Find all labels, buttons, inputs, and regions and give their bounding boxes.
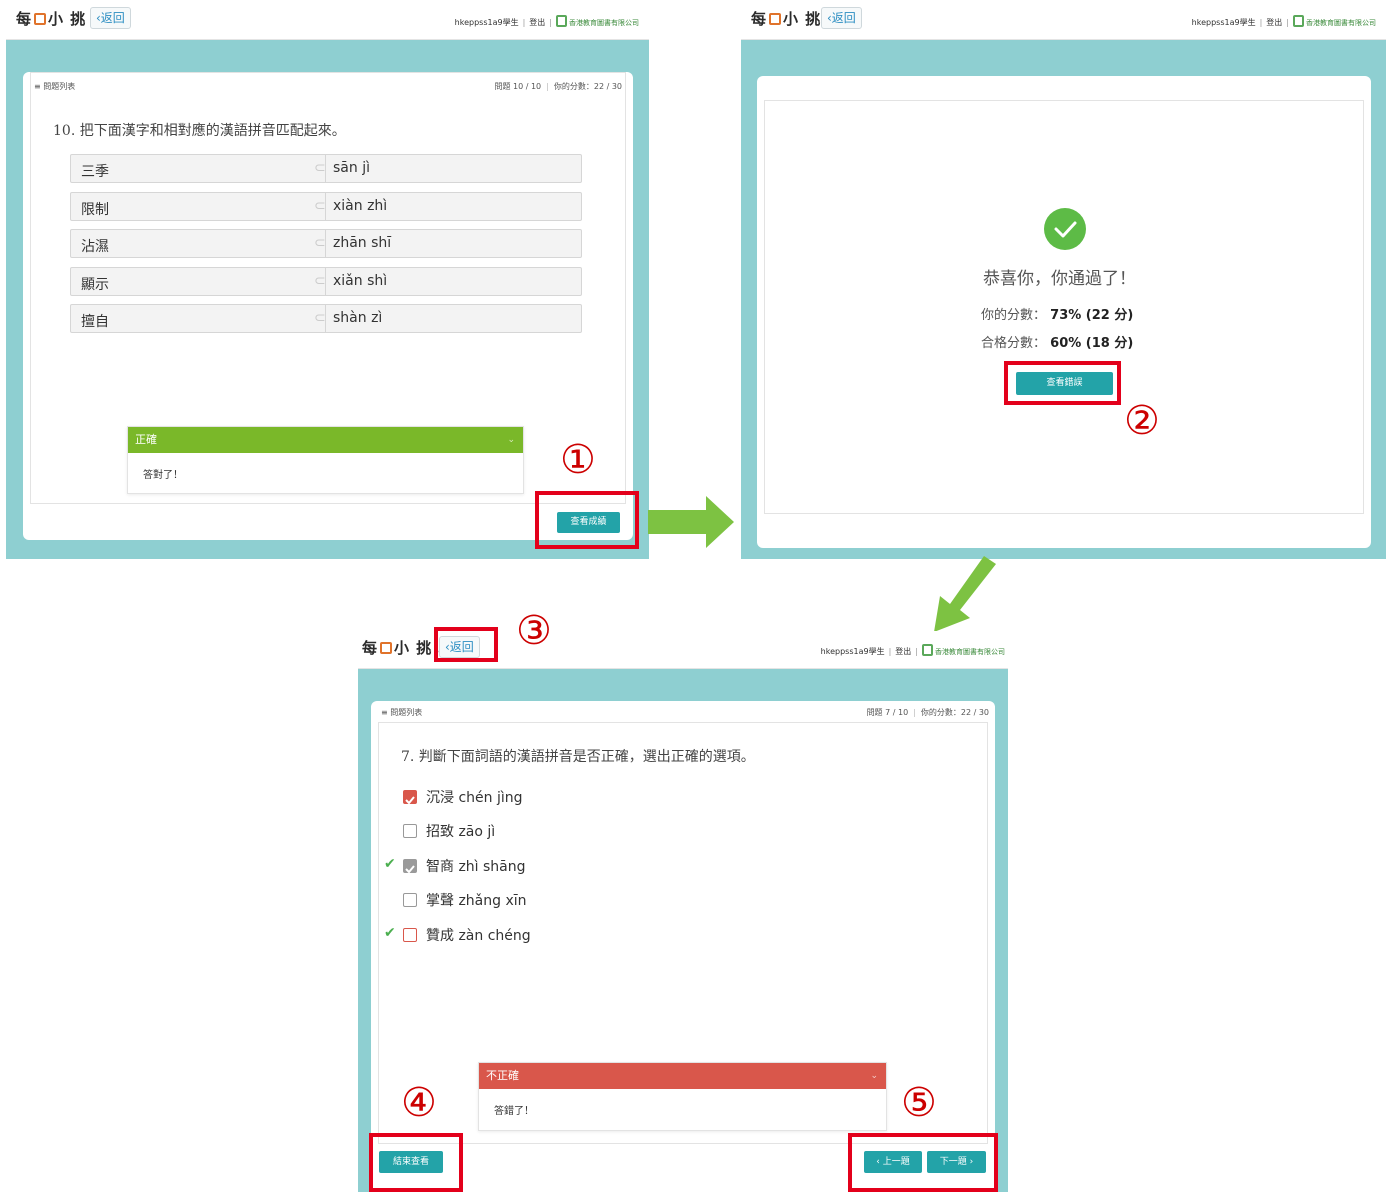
question-list-link[interactable]: ≡ 問題列表 bbox=[381, 707, 422, 718]
drag-handle-icon[interactable]: ⊂ bbox=[314, 193, 326, 220]
feedback-incorrect: 不正確 ⌄ 答錯了！ bbox=[478, 1062, 887, 1131]
match-row[interactable]: 沾濕 ⊂ zhān shī bbox=[70, 229, 582, 258]
correct-tick-icon: ✔ bbox=[384, 856, 396, 872]
panel-result: 每小 挑 戰 ‹返回 hkeppss1a9學生 | 登出 | 香港教育圖書有限公司 恭喜… bbox=[741, 2, 1386, 559]
chevron-down-icon: ⌄ bbox=[870, 1071, 878, 1081]
username: hkeppss1a9學生 bbox=[454, 18, 519, 27]
back-button[interactable]: ‹返回 bbox=[821, 7, 862, 29]
option-label: 招致 zāo jì bbox=[426, 824, 496, 840]
feedback-header[interactable]: 不正確 ⌄ bbox=[479, 1063, 886, 1089]
highlight-box-2 bbox=[1004, 361, 1121, 405]
top-bar: 每小 挑 戰 ‹返回 hkeppss1a9學生 | 登出 | 香港教育圖書有限公司 bbox=[741, 2, 1386, 40]
drag-handle-icon[interactable]: ⊂ bbox=[314, 268, 326, 295]
bag-icon bbox=[34, 13, 47, 25]
congrats-message: 恭喜你，你通過了！ bbox=[983, 269, 1136, 289]
option-label: 沉浸 chén jìng bbox=[426, 790, 523, 806]
match-row[interactable]: 三季 ⊂ sān jì bbox=[70, 154, 582, 183]
drag-handle-icon[interactable]: ⊂ bbox=[314, 230, 326, 257]
option-label: 掌聲 zhǎng xīn bbox=[426, 893, 527, 909]
question-text: 10. 把下面漢字和相對應的漢語拼音匹配起來。 bbox=[53, 123, 346, 139]
quiz-card: ≡ 問題列表 問題 10 / 10 | 你的分數：22 / 30 10. 把下面漢字… bbox=[23, 72, 633, 540]
callout-number-4: ④ bbox=[401, 1080, 437, 1126]
check-circle-icon bbox=[1044, 208, 1086, 250]
top-bar: 每小 挑 戰 ‹返回 hkeppss1a9學生 | 登出 | 香港教育圖書有限公司 bbox=[6, 2, 649, 40]
callout-number-2: ② bbox=[1124, 398, 1160, 444]
match-pinyin[interactable]: xiàn zhì bbox=[333, 198, 387, 214]
feedback-text: 答對了！ bbox=[143, 470, 183, 481]
match-row[interactable]: 顯示 ⊂ xiǎn shì bbox=[70, 267, 582, 296]
bag-icon bbox=[769, 13, 782, 25]
match-hanzi: 擅自 bbox=[81, 314, 109, 330]
user-bar: hkeppss1a9學生 | 登出 | 香港教育圖書有限公司 bbox=[821, 644, 1005, 657]
feedback-title: 不正確 bbox=[486, 1069, 519, 1082]
publisher-icon bbox=[1293, 15, 1304, 27]
arrow-right-icon bbox=[648, 496, 736, 548]
username: hkeppss1a9學生 bbox=[820, 647, 885, 656]
drag-handle-icon[interactable]: ⊂ bbox=[314, 305, 326, 332]
highlight-box-4 bbox=[369, 1133, 463, 1192]
match-hanzi: 三季 bbox=[81, 164, 109, 180]
checkbox-checked-icon[interactable] bbox=[403, 859, 417, 874]
feedback-correct: 正確 ⌄ 答對了！ bbox=[127, 426, 524, 494]
match-pinyin[interactable]: zhān shī bbox=[333, 235, 391, 251]
drag-handle-icon[interactable]: ⊂ bbox=[314, 155, 326, 182]
back-button[interactable]: ‹返回 bbox=[90, 7, 131, 29]
bag-icon bbox=[380, 642, 393, 654]
feedback-title: 正確 bbox=[135, 433, 157, 446]
panel-question-10: 每小 挑 戰 ‹返回 hkeppss1a9學生 | 登出 | 香港教育圖書有限公司 ≡ … bbox=[6, 2, 649, 559]
callout-number-1: ① bbox=[560, 437, 596, 483]
feedback-header[interactable]: 正確 ⌄ bbox=[128, 427, 523, 453]
match-pinyin[interactable]: shàn zì bbox=[333, 310, 382, 326]
match-hanzi: 沾濕 bbox=[81, 239, 109, 255]
pass-score: 合格分數： 60% (18 分) bbox=[981, 336, 1134, 351]
question-text: 7. 判斷下面詞語的漢語拼音是否正確，選出正確的選項。 bbox=[401, 749, 755, 765]
match-row[interactable]: 擅自 ⊂ shàn zì bbox=[70, 304, 582, 333]
question-progress: 問題 7 / 10 bbox=[866, 708, 909, 717]
question-meta: 問題 7 / 10 | 你的分數：22 / 30 bbox=[866, 708, 989, 717]
match-pinyin[interactable]: sān jì bbox=[333, 160, 370, 176]
match-pinyin[interactable]: xiǎn shì bbox=[333, 273, 387, 289]
highlight-box-5 bbox=[848, 1133, 998, 1192]
user-bar: hkeppss1a9學生 | 登出 | 香港教育圖書有限公司 bbox=[455, 15, 639, 28]
user-bar: hkeppss1a9學生 | 登出 | 香港教育圖書有限公司 bbox=[1192, 15, 1376, 28]
your-score: 你的分數： 73% (22 分) bbox=[981, 308, 1134, 323]
result-card: 恭喜你，你通過了！ 你的分數： 73% (22 分) 合格分數： 60% (18… bbox=[757, 76, 1371, 548]
match-hanzi: 限制 bbox=[81, 202, 109, 218]
chevron-down-icon: ⌄ bbox=[507, 435, 515, 445]
checkbox-checked-icon[interactable] bbox=[403, 790, 417, 805]
arrow-down-left-icon bbox=[932, 556, 998, 634]
publisher-name: 香港教育圖書有限公司 bbox=[569, 19, 639, 27]
publisher-icon bbox=[556, 15, 567, 27]
username: hkeppss1a9學生 bbox=[1191, 18, 1256, 27]
logout-link[interactable]: 登出 bbox=[529, 18, 545, 27]
publisher-name: 香港教育圖書有限公司 bbox=[935, 648, 1005, 656]
callout-number-5: ⑤ bbox=[901, 1080, 937, 1126]
checkbox-icon[interactable] bbox=[403, 893, 417, 907]
publisher-icon bbox=[922, 644, 933, 656]
option-label: 智商 zhì shāng bbox=[426, 859, 526, 875]
correct-tick-icon: ✔ bbox=[384, 925, 396, 941]
question-meta: 問題 10 / 10 | 你的分數：22 / 30 bbox=[494, 82, 622, 91]
checkbox-icon[interactable] bbox=[403, 824, 417, 838]
logout-link[interactable]: 登出 bbox=[895, 647, 911, 656]
publisher-name: 香港教育圖書有限公司 bbox=[1306, 19, 1376, 27]
checkbox-icon[interactable] bbox=[403, 928, 417, 942]
match-row[interactable]: 限制 ⊂ xiàn zhì bbox=[70, 192, 582, 221]
feedback-text: 答錯了！ bbox=[494, 1106, 534, 1117]
question-list-link[interactable]: ≡ 問題列表 bbox=[34, 81, 75, 92]
question-progress: 問題 10 / 10 bbox=[494, 82, 542, 91]
option-label: 贊成 zàn chéng bbox=[426, 928, 531, 944]
score-display: 你的分數：22 / 30 bbox=[920, 708, 989, 717]
callout-number-3: ③ bbox=[516, 608, 552, 654]
match-hanzi: 顯示 bbox=[81, 277, 109, 293]
highlight-box-1 bbox=[535, 491, 639, 549]
score-display: 你的分數：22 / 30 bbox=[553, 82, 622, 91]
highlight-box-3 bbox=[434, 627, 498, 662]
logout-link[interactable]: 登出 bbox=[1266, 18, 1282, 27]
